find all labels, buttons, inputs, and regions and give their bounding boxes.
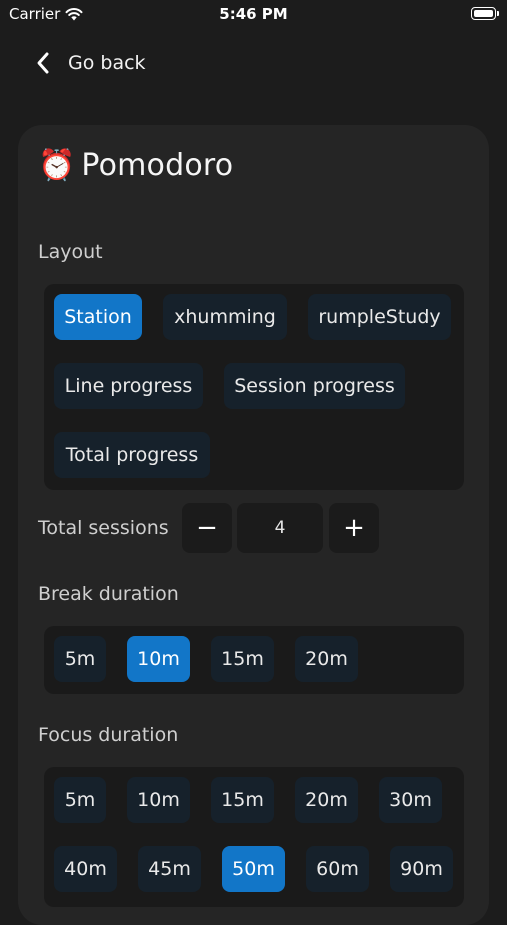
decrement-sessions-button[interactable]: − [182, 503, 232, 553]
status-bar: Carrier 5:46 PM [0, 0, 507, 30]
increment-sessions-button[interactable]: + [329, 503, 379, 553]
alarm-clock-icon: ⏰ [38, 147, 76, 183]
focus-option-5m[interactable]: 5m [54, 777, 106, 823]
layout-label: Layout [38, 241, 103, 263]
status-time: 5:46 PM [219, 5, 288, 23]
break-option-20m[interactable]: 20m [295, 636, 358, 682]
focus-option-10m[interactable]: 10m [127, 777, 190, 823]
layout-option-total-progress[interactable]: Total progress [54, 432, 210, 478]
layout-option-station[interactable]: Station [54, 294, 142, 340]
go-back-label: Go back [68, 52, 146, 74]
total-sessions-label: Total sessions [38, 517, 169, 539]
layout-option-line-progress[interactable]: Line progress [54, 363, 203, 409]
break-option-15m[interactable]: 15m [211, 636, 274, 682]
focus-option-90m[interactable]: 90m [390, 846, 453, 892]
plus-icon: + [343, 513, 365, 543]
break-duration-label: Break duration [38, 583, 179, 605]
chevron-left-icon [37, 52, 49, 74]
focus-duration-panel: 5m 10m 15m 20m 30m 40m 45m 50m 60m 90m [44, 767, 464, 907]
focus-option-15m[interactable]: 15m [211, 777, 274, 823]
focus-option-30m[interactable]: 30m [379, 777, 442, 823]
focus-duration-label: Focus duration [38, 724, 179, 746]
layout-option-rumplestudy[interactable]: rumpleStudy [308, 294, 451, 340]
card-header: ⏰ Pomodoro [38, 148, 233, 183]
focus-option-20m[interactable]: 20m [295, 777, 358, 823]
card-title: Pomodoro [81, 148, 234, 183]
total-sessions-value: 4 [237, 503, 323, 553]
focus-option-45m[interactable]: 45m [138, 846, 201, 892]
layout-option-session-progress[interactable]: Session progress [224, 363, 405, 409]
go-back-button[interactable]: Go back [36, 45, 146, 81]
minus-icon: − [196, 513, 218, 543]
layout-option-xhumming[interactable]: xhumming [163, 294, 287, 340]
focus-option-40m[interactable]: 40m [54, 846, 117, 892]
battery-icon [471, 7, 499, 20]
break-option-10m[interactable]: 10m [127, 636, 190, 682]
focus-option-50m[interactable]: 50m [222, 846, 285, 892]
break-duration-panel: 5m 10m 15m 20m [44, 626, 464, 694]
focus-option-60m[interactable]: 60m [306, 846, 369, 892]
layout-options-panel: Station xhumming rumpleStudy Line progre… [44, 284, 464, 490]
break-option-5m[interactable]: 5m [54, 636, 106, 682]
pomodoro-card: ⏰ Pomodoro Layout Station xhumming rumpl… [18, 125, 489, 925]
